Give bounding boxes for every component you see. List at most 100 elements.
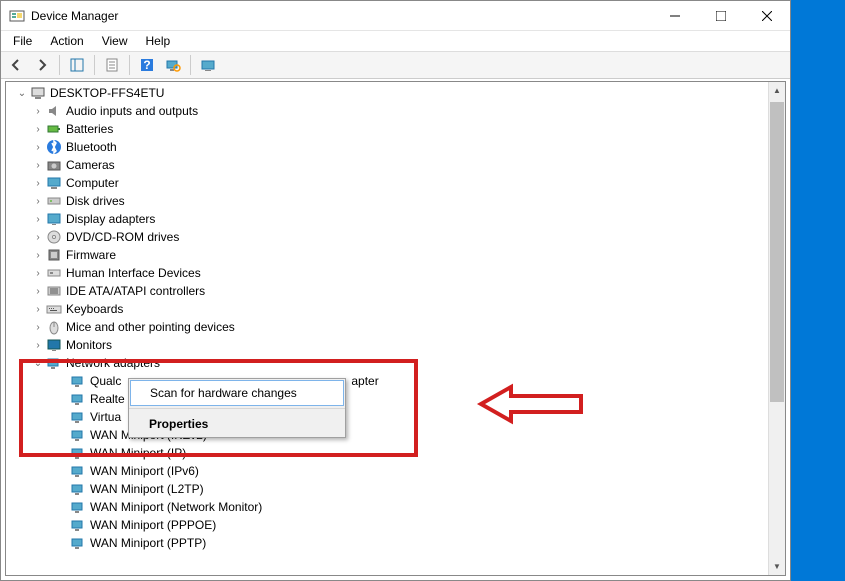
root-node[interactable]: ⌄ DESKTOP-FFS4ETU: [6, 84, 785, 102]
category-label: Bluetooth: [66, 140, 117, 154]
device-node[interactable]: ›Qualcapter: [6, 372, 785, 390]
category-node[interactable]: ›Human Interface Devices: [6, 264, 785, 282]
mouse-icon: [46, 319, 62, 335]
device-node[interactable]: ›WAN Miniport (Network Monitor): [6, 498, 785, 516]
svg-text:?: ?: [143, 58, 150, 72]
display-icon: [46, 211, 62, 227]
category-node[interactable]: ›Batteries: [6, 120, 785, 138]
camera-icon: [46, 157, 62, 173]
battery-icon: [46, 121, 62, 137]
expand-icon[interactable]: ›: [30, 196, 46, 207]
menu-view[interactable]: View: [94, 32, 136, 50]
device-node[interactable]: ›WAN Miniport (PPTP): [6, 534, 785, 552]
network-adapter-icon: [70, 517, 86, 533]
window-title: Device Manager: [31, 9, 652, 23]
device-node[interactable]: ›WAN Miniport (IP): [6, 444, 785, 462]
category-label: DVD/CD-ROM drives: [66, 230, 179, 244]
computer-icon: [30, 85, 46, 101]
device-node[interactable]: ›WAN Miniport (IKEv2): [6, 426, 785, 444]
device-node[interactable]: ›WAN Miniport (IPv6): [6, 462, 785, 480]
device-tree-container: ⌄ DESKTOP-FFS4ETU › Audio inputs and outp…: [5, 81, 786, 576]
help-button[interactable]: ?: [136, 54, 158, 76]
category-network-adapters[interactable]: ⌄ Network adapters: [6, 354, 785, 372]
device-label: WAN Miniport (PPTP): [90, 536, 206, 550]
network-adapter-icon: [70, 535, 86, 551]
device-node[interactable]: ›WAN Miniport (L2TP): [6, 480, 785, 498]
category-node[interactable]: ›Firmware: [6, 246, 785, 264]
ctx-separator: [129, 408, 345, 409]
network-adapter-icon: [70, 445, 86, 461]
device-manager-window: Device Manager File Action View Help ? ⌄: [0, 0, 791, 581]
scroll-thumb[interactable]: [770, 102, 784, 402]
category-node[interactable]: ›Disk drives: [6, 192, 785, 210]
expand-icon[interactable]: ›: [30, 178, 46, 189]
device-node[interactable]: ›Virtua: [6, 408, 785, 426]
category-node[interactable]: › Mice and other pointing devices: [6, 318, 785, 336]
devices-by-type-button[interactable]: [197, 54, 219, 76]
maximize-button[interactable]: [698, 1, 744, 30]
disk-icon: [46, 193, 62, 209]
menu-action[interactable]: Action: [42, 32, 91, 50]
category-node[interactable]: › DVD/CD-ROM drives: [6, 228, 785, 246]
device-label: WAN Miniport (IPv6): [90, 464, 199, 478]
category-label: Display adapters: [66, 212, 155, 226]
vertical-scrollbar[interactable]: ▲ ▼: [768, 82, 785, 575]
device-tree: ⌄ DESKTOP-FFS4ETU › Audio inputs and outp…: [6, 82, 785, 554]
expand-icon[interactable]: ›: [30, 232, 46, 243]
root-label: DESKTOP-FFS4ETU: [50, 86, 164, 100]
category-label: Audio inputs and outputs: [66, 104, 198, 118]
category-node[interactable]: › Monitors: [6, 336, 785, 354]
dvd-icon: [46, 229, 62, 245]
scroll-up-arrow[interactable]: ▲: [769, 82, 785, 99]
device-label: WAN Miniport (L2TP): [90, 482, 204, 496]
expand-icon[interactable]: ›: [30, 250, 46, 261]
category-node[interactable]: › Display adapters: [6, 210, 785, 228]
network-adapter-icon: [70, 409, 86, 425]
category-node[interactable]: › Computer: [6, 174, 785, 192]
expand-icon[interactable]: ›: [30, 160, 46, 171]
expand-icon[interactable]: ›: [30, 340, 46, 351]
toolbar-separator: [59, 55, 60, 75]
toolbar-separator: [94, 55, 95, 75]
category-node[interactable]: ›IDE ATA/ATAPI controllers: [6, 282, 785, 300]
expand-icon[interactable]: ›: [30, 286, 46, 297]
forward-button[interactable]: [31, 54, 53, 76]
properties-button[interactable]: [101, 54, 123, 76]
device-node[interactable]: ›WAN Miniport (PPPOE): [6, 516, 785, 534]
expand-icon[interactable]: ›: [30, 304, 46, 315]
menu-help[interactable]: Help: [138, 32, 179, 50]
category-label: Mice and other pointing devices: [66, 320, 235, 334]
device-node[interactable]: ›Realte: [6, 390, 785, 408]
menubar: File Action View Help: [1, 31, 790, 51]
category-node[interactable]: › Bluetooth: [6, 138, 785, 156]
firmware-icon: [46, 247, 62, 263]
category-label: Monitors: [66, 338, 112, 352]
category-node[interactable]: › Audio inputs and outputs: [6, 102, 785, 120]
titlebar: Device Manager: [1, 1, 790, 31]
category-node[interactable]: ›Keyboards: [6, 300, 785, 318]
audio-icon: [46, 103, 62, 119]
scroll-down-arrow[interactable]: ▼: [769, 558, 785, 575]
bluetooth-icon: [46, 139, 62, 155]
menu-file[interactable]: File: [5, 32, 40, 50]
device-label: WAN Miniport (PPPOE): [90, 518, 216, 532]
expand-icon[interactable]: ›: [30, 124, 46, 135]
category-node[interactable]: ›Cameras: [6, 156, 785, 174]
ctx-properties[interactable]: Properties: [129, 411, 345, 437]
scan-hardware-button[interactable]: [162, 54, 184, 76]
back-button[interactable]: [5, 54, 27, 76]
expand-icon[interactable]: ›: [30, 214, 46, 225]
expand-icon[interactable]: ›: [30, 268, 46, 279]
show-hide-tree-button[interactable]: [66, 54, 88, 76]
expand-icon[interactable]: ›: [30, 322, 46, 333]
window-controls: [652, 1, 790, 30]
ide-icon: [46, 283, 62, 299]
collapse-icon[interactable]: ⌄: [30, 358, 46, 369]
category-label: Computer: [66, 176, 119, 190]
minimize-button[interactable]: [652, 1, 698, 30]
ctx-scan-hardware-changes[interactable]: Scan for hardware changes: [130, 380, 344, 406]
expand-icon[interactable]: ›: [30, 106, 46, 117]
close-button[interactable]: [744, 1, 790, 30]
expand-icon[interactable]: ›: [30, 142, 46, 153]
collapse-icon[interactable]: ⌄: [14, 88, 30, 99]
